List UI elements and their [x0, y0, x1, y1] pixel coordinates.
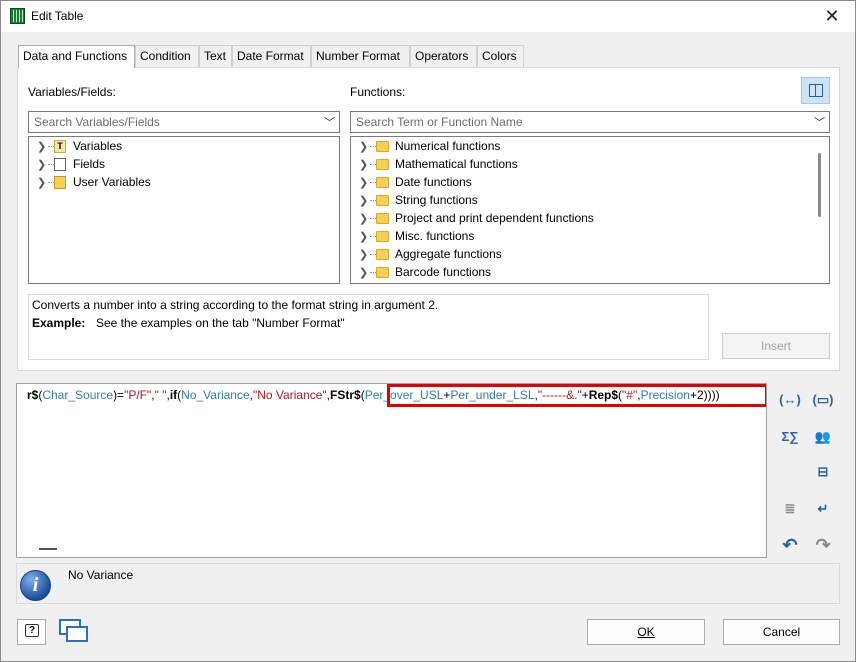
tree-item-string-functions[interactable]: ❯ String functions	[351, 192, 829, 210]
chevron-down-icon[interactable]: ﹀	[814, 114, 825, 130]
formula-token: Char_Source	[42, 388, 114, 402]
tab-colors[interactable]: Colors	[477, 45, 524, 67]
columns-icon	[809, 84, 823, 97]
description-example: Example: See the examples on the tab "Num…	[32, 316, 345, 330]
indent-icon[interactable]: ≣	[778, 498, 802, 520]
tree-item-aggregate-functions[interactable]: ❯ Aggregate functions	[351, 246, 829, 264]
chevron-right-icon[interactable]: ❯	[359, 248, 368, 261]
tab-date-format[interactable]: Date Format	[232, 45, 311, 67]
formula-token: r$	[27, 388, 39, 402]
help-button[interactable]: ?	[17, 619, 46, 645]
functions-tree: ❯ Numerical functions ❯ Mathematical funct…	[350, 136, 830, 284]
functions-label: Functions:	[350, 85, 406, 99]
windows-icon[interactable]	[57, 617, 91, 645]
tab-condition[interactable]: Condition	[135, 45, 199, 67]
result-text: No Variance	[68, 568, 134, 582]
field-icon	[54, 158, 66, 171]
tab-operators[interactable]: Operators	[410, 45, 477, 67]
insert-button[interactable]: Insert	[722, 333, 830, 359]
highlight-box	[387, 384, 766, 407]
edit-table-dialog: Edit Table ✕ Data and Functions Conditio…	[0, 0, 856, 662]
formula-token: "No Variance"	[252, 388, 327, 402]
formula-token: FStr$	[330, 388, 361, 402]
tree-item-user-variables[interactable]: ❯ User Variables	[29, 174, 339, 192]
chevron-down-icon[interactable]: ﹀	[324, 114, 335, 130]
outdent-icon[interactable]: ↵	[811, 498, 835, 520]
tab-text[interactable]: Text	[199, 45, 232, 67]
cancel-button[interactable]: Cancel	[723, 619, 840, 645]
function-description: Converts a number into a string accordin…	[28, 294, 709, 360]
formula-editor[interactable]: r$(Char_Source)="P/F"," ",if(No_Variance…	[16, 383, 767, 558]
vertical-scrollbar[interactable]	[818, 153, 821, 217]
chevron-right-icon[interactable]: ❯	[359, 212, 368, 225]
close-icon[interactable]: ✕	[809, 1, 855, 32]
insert-field-icon[interactable]: ⊟	[811, 461, 835, 483]
variables-tree: ❯ T Variables ❯ Fields ❯ User Variables	[28, 136, 340, 284]
app-icon	[10, 8, 25, 24]
user-variable-icon	[54, 176, 66, 189]
folder-icon	[376, 249, 389, 260]
tree-item-numerical-functions[interactable]: ❯ Numerical functions	[351, 138, 829, 156]
chevron-right-icon[interactable]: ❯	[359, 140, 368, 153]
tree-item-mathematical-functions[interactable]: ❯ Mathematical functions	[351, 156, 829, 174]
chevron-right-icon[interactable]: ❯	[359, 194, 368, 207]
variables-search-input[interactable]: Search Variables/Fields ﹀	[28, 111, 340, 133]
wrap-icon[interactable]: (↔)	[778, 389, 802, 411]
folder-icon	[376, 177, 389, 188]
tree-item-fields[interactable]: ❯ Fields	[29, 156, 339, 174]
tab-number-format[interactable]: Number Format	[311, 45, 410, 67]
chevron-right-icon[interactable]: ❯	[37, 140, 46, 153]
ok-button[interactable]: OK	[587, 619, 705, 645]
formula-token: "P/F"	[124, 388, 152, 402]
format-icon[interactable]: (▭)	[811, 389, 835, 411]
result-preview: i No Variance	[16, 563, 840, 604]
variable-icon: T	[54, 140, 66, 153]
window-title: Edit Table	[31, 9, 84, 23]
users-icon[interactable]: 👥	[811, 426, 835, 448]
chevron-right-icon[interactable]: ❯	[359, 266, 368, 279]
folder-icon	[376, 141, 389, 152]
help-icon: ?	[25, 624, 39, 637]
tree-item-project-print-functions[interactable]: ❯ Project and print dependent functions	[351, 210, 829, 228]
formula-token: No_Variance	[181, 388, 250, 402]
description-text: Converts a number into a string accordin…	[32, 298, 439, 312]
folder-icon	[376, 231, 389, 242]
title-bar: Edit Table ✕	[1, 1, 855, 32]
folder-icon	[376, 213, 389, 224]
data-functions-panel: Variables/Fields: Functions: Search Vari…	[17, 67, 840, 371]
sum-icon[interactable]: Σ∑	[778, 426, 802, 448]
variables-label: Variables/Fields:	[28, 85, 116, 99]
chevron-right-icon[interactable]: ❯	[359, 158, 368, 171]
folder-icon	[376, 195, 389, 206]
tab-data-and-functions[interactable]: Data and Functions	[18, 45, 135, 68]
redo-icon[interactable]: ↷	[811, 534, 835, 556]
chevron-right-icon[interactable]: ❯	[37, 176, 46, 189]
tree-item-barcode-functions[interactable]: ❯ Barcode functions	[351, 264, 829, 282]
chevron-right-icon[interactable]: ❯	[37, 158, 46, 171]
tree-item-variables[interactable]: ❯ T Variables	[29, 138, 339, 156]
horizontal-scrollbar[interactable]	[39, 548, 57, 550]
view-toggle-button[interactable]	[801, 77, 830, 104]
functions-search-input[interactable]: Search Term or Function Name ﹀	[350, 111, 830, 133]
formula-token: )=	[113, 388, 125, 402]
folder-icon	[376, 267, 389, 278]
formula-token: " "	[154, 388, 167, 402]
tree-item-misc-functions[interactable]: ❯ Misc. functions	[351, 228, 829, 246]
info-icon: i	[20, 570, 51, 601]
chevron-right-icon[interactable]: ❯	[359, 230, 368, 243]
chevron-right-icon[interactable]: ❯	[359, 176, 368, 189]
tree-item-date-functions[interactable]: ❯ Date functions	[351, 174, 829, 192]
undo-icon[interactable]: ↶	[778, 534, 802, 556]
folder-icon	[376, 159, 389, 170]
